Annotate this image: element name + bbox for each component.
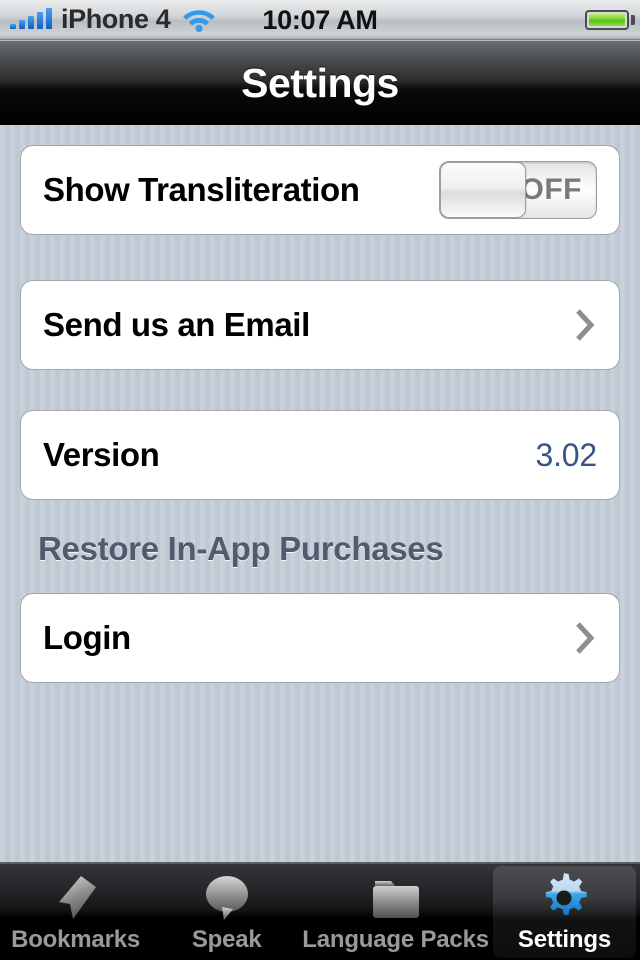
show-transliteration-toggle[interactable]: OFF (439, 161, 597, 219)
tab-label-settings: Settings (517, 926, 611, 953)
navigation-bar: Settings (0, 40, 640, 125)
tab-language-packs[interactable]: Language Packs (302, 864, 489, 960)
page-title: Settings (241, 59, 399, 106)
row-label-send-us-an-email: Send us an Email (43, 306, 310, 343)
status-bar-time: 10:07 AM (262, 5, 378, 35)
tab-label-language-packs: Language Packs (302, 926, 489, 953)
row-login[interactable]: Login (20, 593, 620, 683)
battery-nub (631, 15, 635, 25)
battery-full-icon (585, 10, 629, 30)
gear-icon (535, 873, 593, 923)
tab-bar: Bookmarks Speak Language Packs Settings (0, 862, 640, 960)
bookmark-icon (47, 873, 105, 923)
chevron-right-icon (576, 622, 595, 654)
row-label-version: Version (43, 436, 160, 473)
tab-label-bookmarks: Bookmarks (11, 926, 141, 953)
iphone-screen: iPhone 4 10:07 AM Settings Show Translit… (0, 0, 640, 960)
chevron-right-icon (576, 309, 595, 341)
tab-label-speak: Speak (191, 926, 262, 953)
folder-icon (367, 873, 425, 923)
settings-content: Show Transliteration OFF Send us an Emai… (0, 125, 640, 862)
row-label-show-transliteration: Show Transliteration (43, 171, 360, 208)
toggle-knob[interactable] (440, 162, 526, 218)
row-label-login: Login (43, 619, 131, 656)
toggle-state-label: OFF (520, 173, 582, 206)
speech-bubble-icon (198, 873, 256, 923)
section-header-restore-in-app-purchases: Restore In-App Purchases (38, 530, 444, 567)
row-version: Version 3.02 (20, 410, 620, 500)
row-show-transliteration[interactable]: Show Transliteration OFF (20, 145, 620, 235)
row-send-us-an-email[interactable]: Send us an Email (20, 280, 620, 370)
tab-settings[interactable]: Settings (489, 864, 640, 960)
tab-bookmarks[interactable]: Bookmarks (0, 864, 151, 960)
tab-speak[interactable]: Speak (151, 864, 302, 960)
version-value: 3.02 (535, 436, 598, 473)
status-bar: iPhone 4 10:07 AM (0, 0, 640, 40)
